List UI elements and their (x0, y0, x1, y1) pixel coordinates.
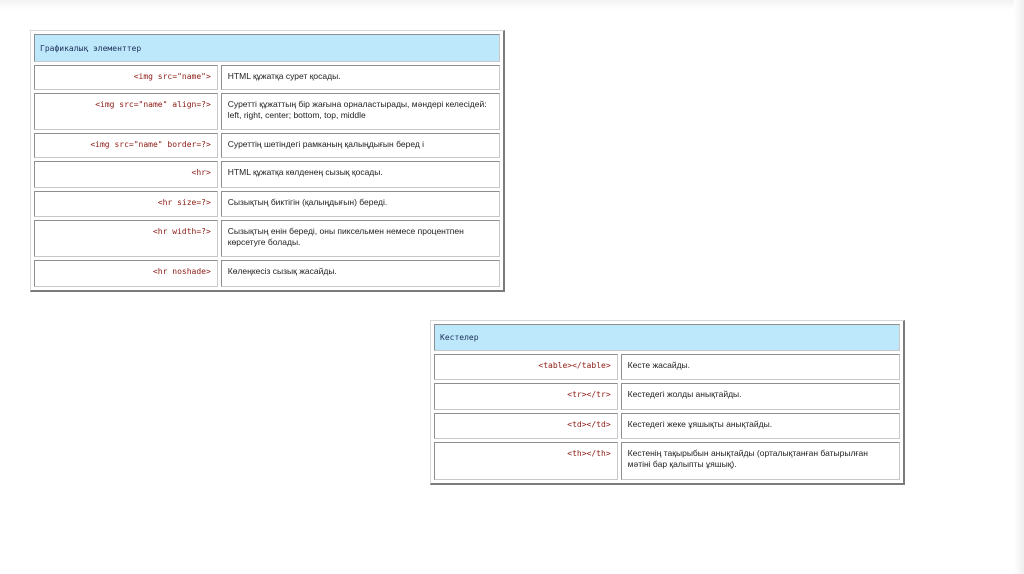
table-row: <tr></tr> Кестедегі жолды анықтайды. (434, 383, 900, 410)
table-row: <hr noshade> Көлеңкесіз сызық жасайды. (34, 259, 500, 287)
table-title: Графикалық элементтер (34, 34, 500, 63)
description-cell: HTML құжатқа көлденең сызық қосады. (220, 161, 500, 188)
tables-table: Кестелер <table></table> Кесте жасайды. … (430, 320, 905, 485)
description-cell: Көлеңкесіз сызық жасайды. (220, 259, 500, 287)
description-cell: Суреттің шетіндегі рамканың қалыңдығын б… (220, 133, 500, 159)
table-title: Кестелер (434, 324, 900, 351)
slide-right-edge (1014, 0, 1024, 574)
tag-cell: <hr width=?> (34, 219, 218, 257)
tag-cell: <tr></tr> (434, 383, 618, 410)
tag-cell: <img src="name" border=?> (34, 133, 218, 159)
tag-cell: <hr noshade> (34, 259, 218, 287)
description-cell: Сызықтың енін береді, оны пиксельмен нем… (220, 219, 500, 257)
table-row: <table></table> Кесте жасайды. (434, 353, 900, 381)
table-row: <img src="name" border=?> Суреттің шетін… (34, 133, 500, 159)
table-row: <th></th> Кестенің тақырыбын анықтайды (… (434, 442, 900, 480)
description-cell: Кестенің тақырыбын анықтайды (орталықтан… (620, 442, 900, 480)
table-row: <td></td> Кестедегі жеке ұяшықты анықтай… (434, 412, 900, 440)
tag-cell: <hr> (34, 161, 218, 188)
table-row: <hr width=?> Сызықтың енін береді, оны п… (34, 219, 500, 257)
table-header-row: Кестелер (434, 324, 900, 351)
table-header-row: Графикалық элементтер (34, 34, 500, 63)
tag-cell: <img src="name" align=?> (34, 93, 218, 131)
tag-cell: <img src="name"> (34, 65, 218, 91)
slide-top-edge (0, 0, 1024, 10)
graphic-elements-table: Графикалық элементтер <img src="name"> H… (30, 30, 505, 292)
description-cell: Кестедегі жеке ұяшықты анықтайды. (620, 412, 900, 440)
tag-cell: <td></td> (434, 412, 618, 440)
description-cell: Сызықтың биктігін (қалыңдығын) береді. (220, 190, 500, 217)
table-row: <hr size=?> Сызықтың биктігін (қалыңдығы… (34, 190, 500, 217)
description-cell: Кестедегі жолды анықтайды. (620, 383, 900, 410)
description-cell: HTML құжатқа сурет қосады. (220, 65, 500, 91)
tag-cell: <hr size=?> (34, 190, 218, 217)
table-row: <img src="name" align=?> Суретті құжатты… (34, 93, 500, 131)
table-row: <hr> HTML құжатқа көлденең сызық қосады. (34, 161, 500, 188)
tag-cell: <table></table> (434, 353, 618, 381)
description-cell: Суретті құжаттың бір жағына орналастырад… (220, 93, 500, 131)
description-cell: Кесте жасайды. (620, 353, 900, 381)
tag-cell: <th></th> (434, 442, 618, 480)
table-row: <img src="name"> HTML құжатқа сурет қоса… (34, 65, 500, 91)
